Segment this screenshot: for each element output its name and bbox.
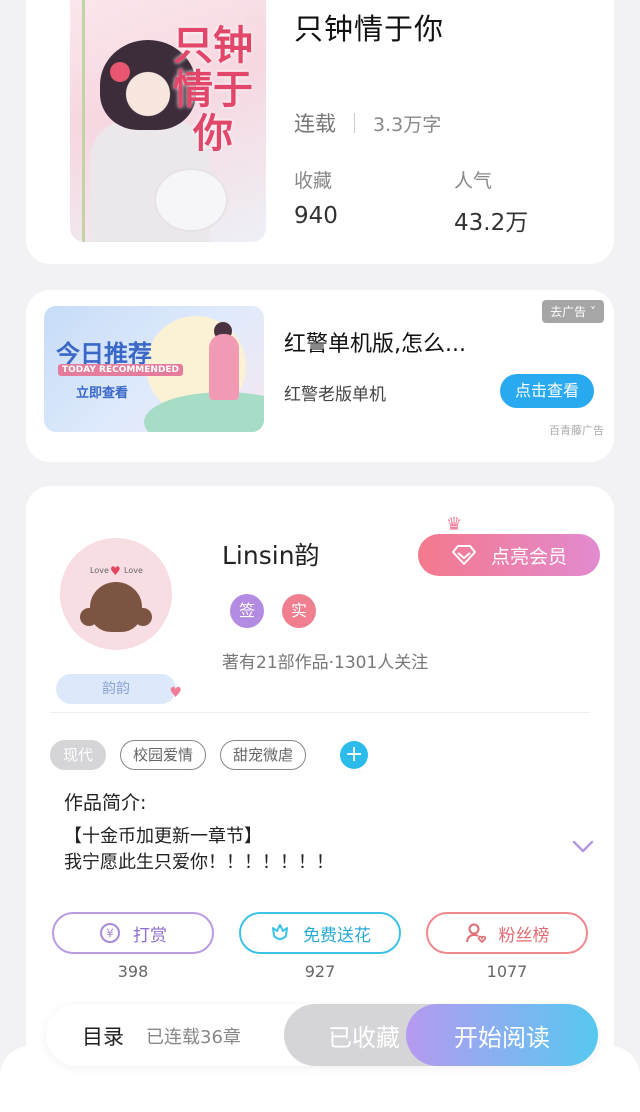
popularity-value: 43.2万 [454,210,529,236]
cover-title-art: 只钟情于你 [173,22,253,157]
chapter-count: 已连载36章 [146,1027,241,1048]
author-name[interactable]: Linsin韵 [222,536,320,572]
vip-button-label: 点亮会员 [490,545,567,568]
divider [354,113,355,133]
fan-ranking-label: 粉丝榜 [498,925,550,946]
word-count: 3.3万字 [373,113,442,136]
intro-text-line: 【十金币加更新一章节】 [64,826,262,847]
reward-label: 打赏 [133,925,167,946]
book-status-row: 连载 3.3万字 [294,108,441,138]
banner-subtitle: TODAY RECOMMENDED [58,364,184,376]
book-title: 只钟情于你 [294,12,445,46]
table-of-contents-button[interactable]: 目录 [82,1021,124,1051]
favorites-stat: 收藏 940 [294,166,338,229]
avatar-hair [90,582,142,632]
add-tag-icon[interactable]: + [340,741,369,769]
banner-figure [209,334,239,400]
ad-banner-image[interactable]: 今日推荐 TODAY RECOMMENDED 立即查看 [44,306,264,432]
intro-title: 作品简介: [64,792,147,814]
remove-ad-button[interactable]: 去广告 ˅ [542,300,604,323]
signed-author-badge: 签 [230,594,264,628]
author-meta: 著有21部作品·1301人关注 [222,653,429,673]
favorites-label: 收藏 [294,170,333,192]
user-heart-icon [465,923,486,944]
heart-icon: ♥ [110,564,121,578]
genre-tag[interactable]: 甜宠微虐 [220,740,307,770]
send-flower-button[interactable]: 免费送花 [239,912,401,954]
cover-flower [110,62,130,82]
popularity-stat: 人气 43.2万 [454,166,528,237]
heart-icon: ♥ [169,685,182,701]
author-name-badge: 韵韵 ♥ [56,674,182,704]
separator [50,712,590,713]
avatar-text-left: Love [90,566,109,575]
flower-count: 927 [304,962,336,981]
verified-author-badge: 实 [282,594,316,628]
chevron-down-icon[interactable] [572,840,594,854]
serial-status: 连载 [294,112,336,136]
reward-button[interactable]: ¥ 打赏 [52,912,214,954]
book-cover-image[interactable]: 只钟情于你 [70,0,266,242]
avatar-text-right: Love [124,566,143,575]
genre-tag[interactable]: 现代 [50,740,107,770]
author-avatar[interactable]: Love ♥ Love [60,538,172,650]
start-reading-button[interactable]: 开始阅读 [406,1004,598,1066]
badge-label: 韵韵 [102,681,130,697]
svg-text:¥: ¥ [106,927,114,941]
fan-ranking-button[interactable]: 粉丝榜 [426,912,588,954]
favorites-value: 940 [294,203,338,229]
diamond-icon [451,545,476,565]
book-info-card: 只钟情于你 只钟情于你 连载 3.3万字 收藏 940 人气 43.2万 [26,0,614,264]
cover-decoration [82,0,85,242]
popularity-label: 人气 [454,170,493,192]
banner-cta: 立即查看 [76,386,129,401]
crown-icon: ♛ [446,514,463,535]
ad-card[interactable]: 今日推荐 TODAY RECOMMENDED 立即查看 红警单机版,怎么... … [26,290,614,462]
book-detail-card: Love ♥ Love 韵韵 ♥ Linsin韵 ♛ 点亮会员 签 实 著有21… [26,486,614,1086]
send-flower-label: 免费送花 [303,925,371,946]
ad-view-button[interactable]: 点击查看 [500,374,594,408]
bottom-action-bar: 目录 已连载36章 已收藏 开始阅读 [46,1004,598,1066]
genre-tags: 现代 校园爱情 甜宠微虐 + [50,740,369,770]
genre-tag[interactable]: 校园爱情 [120,740,207,770]
vip-activate-button[interactable]: 点亮会员 [418,534,600,576]
intro-text-line: 我宁愿此生只爱你！！！！！！！ [64,852,334,873]
ad-description: 红警老版单机 [284,385,386,405]
flower-icon [272,924,288,940]
cover-figure-boy [156,170,226,230]
coin-icon: ¥ [100,923,120,943]
fans-count: 1077 [486,962,528,981]
reward-count: 398 [117,962,149,981]
ad-title: 红警单机版,怎么... [284,332,466,357]
ad-source-label: 百青藤广告 [549,424,604,437]
